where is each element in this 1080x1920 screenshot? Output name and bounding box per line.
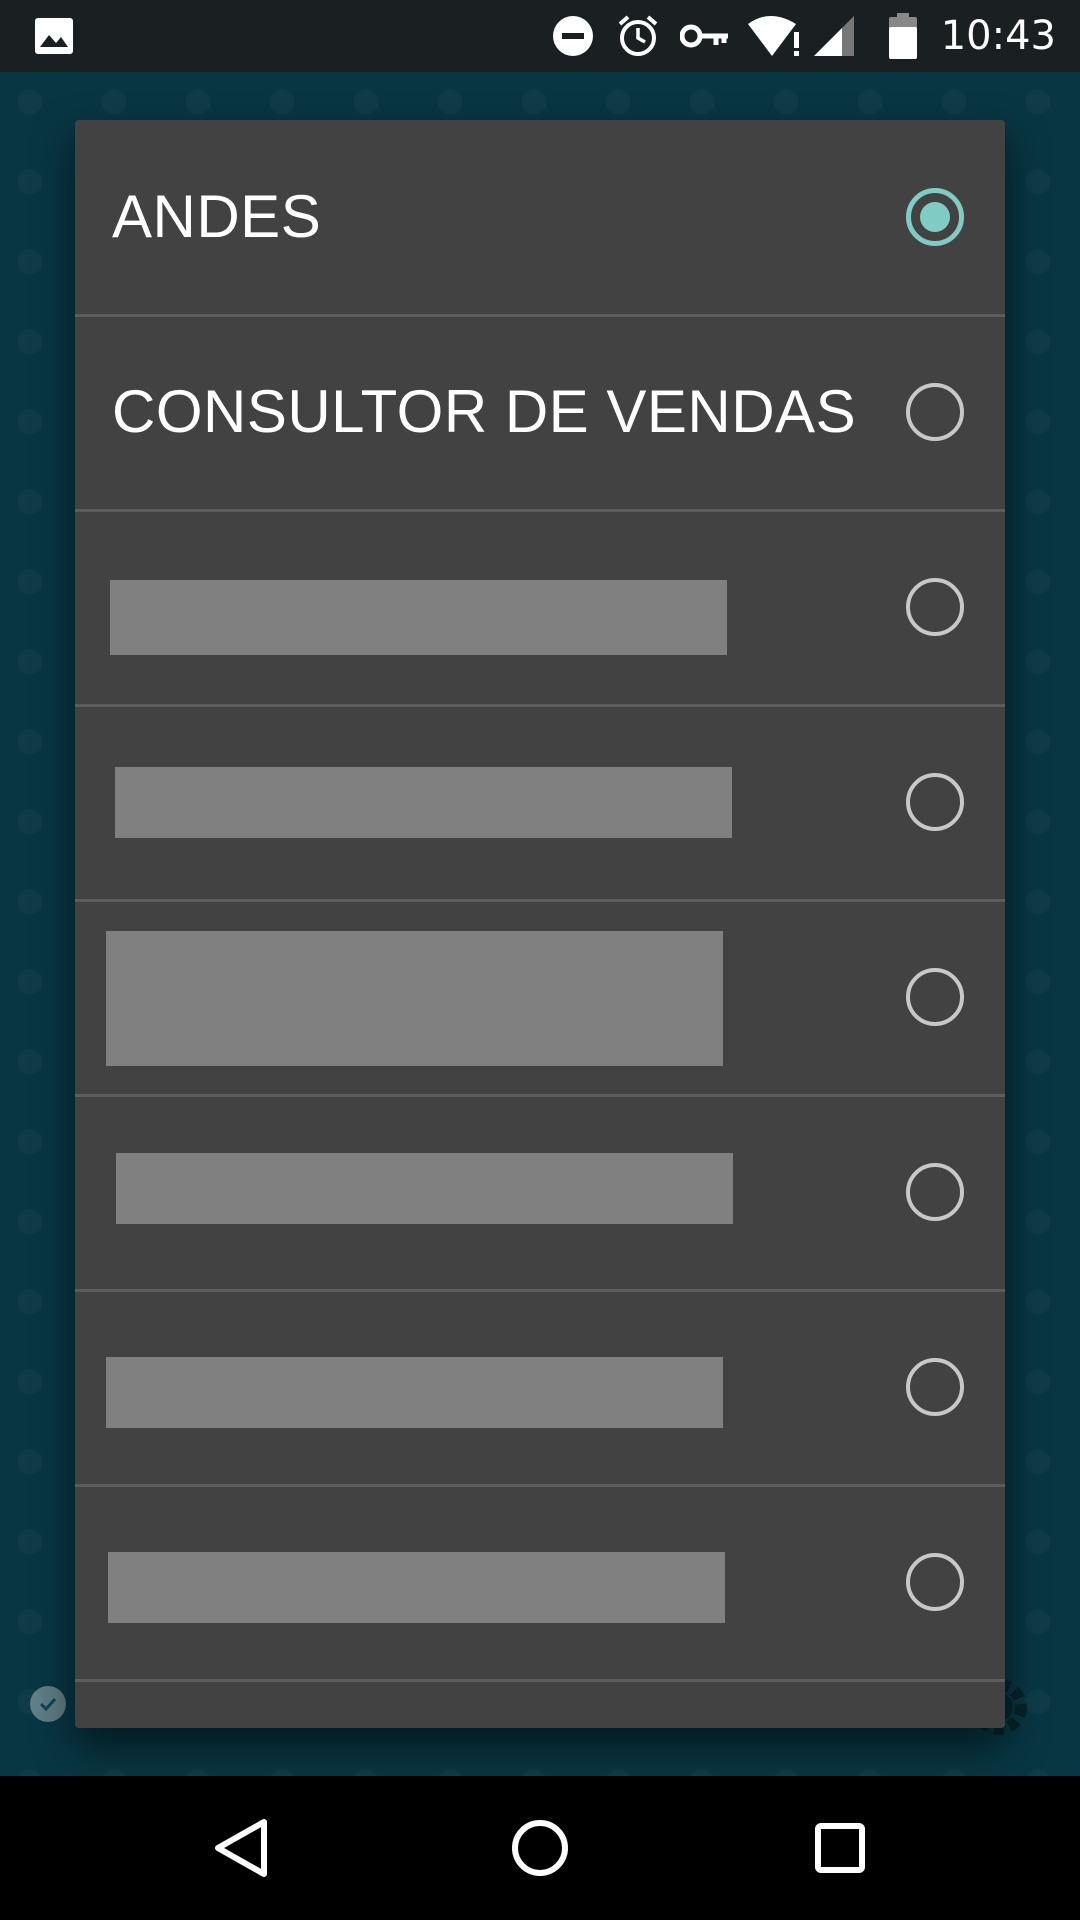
option-row-redacted[interactable] <box>75 1095 1005 1292</box>
status-bar: 10:43 <box>0 0 1080 72</box>
radio-button[interactable] <box>906 1553 964 1611</box>
redacted-label <box>116 1153 733 1224</box>
vpn-key-icon <box>680 0 730 72</box>
battery-icon <box>888 0 918 72</box>
option-row-redacted[interactable] <box>75 1290 1005 1487</box>
radio-button[interactable] <box>906 1358 964 1416</box>
status-clock: 10:43 <box>940 13 1056 59</box>
recents-icon[interactable] <box>804 1812 876 1884</box>
option-row-redacted[interactable] <box>75 900 1005 1097</box>
radio-button[interactable] <box>906 578 964 636</box>
do-not-disturb-icon <box>552 0 594 72</box>
cell-signal-icon <box>812 0 856 72</box>
option-row-redacted[interactable] <box>75 705 1005 902</box>
radio-button[interactable] <box>906 383 964 441</box>
option-label: ANDES <box>112 183 322 250</box>
single-choice-dialog: ANDES CONSULTOR DE VENDAS <box>75 120 1005 1728</box>
radio-button[interactable] <box>906 968 964 1026</box>
image-icon <box>34 0 74 72</box>
radio-button[interactable] <box>906 773 964 831</box>
alarm-icon <box>616 0 660 72</box>
check-circle-icon <box>30 1686 66 1722</box>
back-icon[interactable] <box>204 1812 276 1884</box>
option-row-consultor-de-vendas[interactable]: CONSULTOR DE VENDAS <box>75 315 1005 512</box>
option-row-redacted[interactable] <box>75 1485 1005 1682</box>
navigation-bar <box>0 1776 1080 1920</box>
redacted-label <box>108 1552 725 1623</box>
redacted-label <box>110 580 727 655</box>
home-icon[interactable] <box>504 1812 576 1884</box>
redacted-label <box>106 931 723 1066</box>
option-label: CONSULTOR DE VENDAS <box>112 378 857 445</box>
option-row-partial[interactable] <box>75 1680 1005 1728</box>
redacted-label <box>106 1357 723 1428</box>
redacted-label <box>115 767 732 838</box>
option-row-redacted[interactable] <box>75 510 1005 707</box>
wifi-alert-icon <box>746 0 802 72</box>
option-row-andes[interactable]: ANDES <box>75 120 1005 317</box>
radio-button[interactable] <box>906 1163 964 1221</box>
radio-button-selected[interactable] <box>906 188 964 246</box>
